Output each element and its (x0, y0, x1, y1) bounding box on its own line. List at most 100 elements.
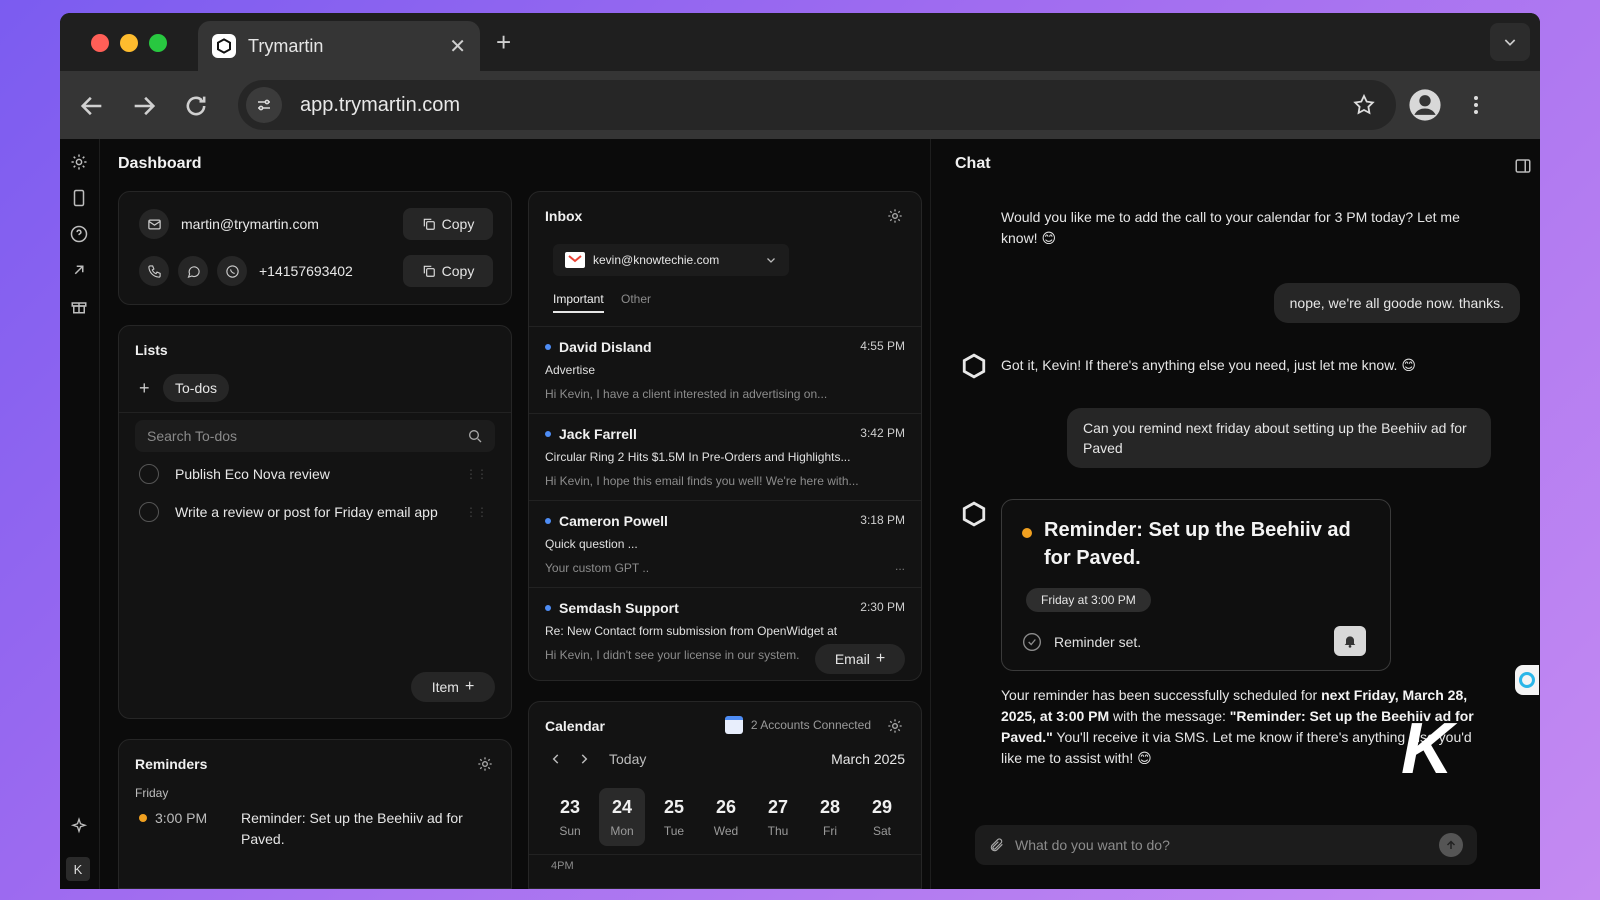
paperclip-icon[interactable] (989, 837, 1005, 853)
inbox-title: Inbox (545, 208, 583, 224)
add-list-button[interactable]: + (139, 378, 150, 399)
external-link-icon[interactable] (70, 261, 88, 279)
reminder-time-row: 3:00 PM (139, 810, 207, 826)
tab-todos[interactable]: To-dos (163, 374, 230, 402)
gear-icon[interactable] (477, 756, 493, 772)
gift-icon[interactable] (70, 297, 88, 315)
widget-icon (1519, 672, 1535, 688)
reminder-day: Friday (135, 786, 169, 800)
lists-card: Lists + To-dos Search To-dos Publish Eco… (118, 325, 512, 719)
chat-input[interactable]: What do you want to do? (975, 825, 1477, 865)
message-icon[interactable] (178, 256, 208, 286)
trymartin-logo-icon (212, 34, 236, 58)
site-settings-icon[interactable] (246, 87, 282, 123)
reload-icon[interactable] (182, 92, 210, 120)
search-todos-input[interactable]: Search To-dos (135, 420, 495, 452)
phone-device-icon[interactable] (70, 189, 88, 207)
reminder-time: 3:00 PM (155, 810, 208, 826)
add-item-button[interactable]: Item + (411, 672, 495, 702)
sidebar-toggle-icon[interactable] (1514, 157, 1532, 175)
reminder-card-title: Reminder: Set up the Beehiiv ad for Pave… (1044, 519, 1351, 569)
reminder-text: Reminder: Set up the Beehiiv ad for Pave… (241, 810, 463, 847)
compose-email-button[interactable]: Email + (815, 644, 905, 674)
email-row[interactable]: Jack Farrell 3:42 PM Circular Ring 2 Hit… (529, 413, 921, 500)
todo-checkbox[interactable] (139, 502, 159, 522)
mail-icon (139, 209, 169, 239)
contact-card: martin@trymartin.com Copy +14157693402 C… (118, 191, 512, 305)
sparkle-icon[interactable] (70, 817, 88, 835)
phone-icon[interactable] (139, 256, 169, 286)
close-tab-icon[interactable]: ✕ (449, 34, 466, 59)
back-arrow-icon[interactable] (78, 92, 106, 120)
chevron-down-icon (767, 258, 775, 263)
gmail-icon (565, 252, 585, 268)
tab-other[interactable]: Other (621, 292, 651, 306)
calendar-title: Calendar (545, 718, 605, 734)
email-row[interactable]: David Disland 4:55 PM Advertise Hi Kevin… (529, 326, 921, 413)
bell-button[interactable] (1334, 626, 1366, 656)
assistant-message: Got it, Kevin! If there's anything else … (1001, 357, 1416, 373)
drag-handle-icon[interactable]: ⋮⋮ (465, 467, 488, 481)
calendar-day[interactable]: 27 Thu (755, 788, 801, 846)
new-tab-button[interactable]: + (496, 27, 511, 58)
copy-phone-button[interactable]: Copy (403, 255, 493, 287)
drag-handle-icon[interactable]: ⋮⋮ (465, 505, 488, 519)
bookmark-star-icon[interactable] (1352, 93, 1376, 117)
list-item: Publish Eco Nova review ⋮⋮ (139, 464, 488, 484)
address-bar[interactable]: app.trymartin.com (238, 80, 1396, 130)
reminder-time-chip: Friday at 3:00 PM (1026, 588, 1151, 612)
calendar-day[interactable]: 29 Sat (859, 788, 905, 846)
gear-icon[interactable] (887, 718, 903, 734)
inbox-card: Inbox kevin@knowtechie.com Important Oth… (528, 191, 922, 681)
chat-title: Chat (955, 155, 991, 172)
assistant-avatar-icon (962, 353, 986, 379)
calendar-day[interactable]: 26 Wed (703, 788, 749, 846)
contact-email: martin@trymartin.com (181, 216, 319, 232)
calendar-day-selected[interactable]: 24 Mon (599, 788, 645, 846)
tab-important[interactable]: Important (553, 292, 604, 313)
calendar-day[interactable]: 23 Sun (547, 788, 593, 846)
account-select[interactable]: kevin@knowtechie.com (553, 244, 789, 276)
chevron-right-icon[interactable] (577, 752, 591, 766)
tab-dropdown-button[interactable] (1490, 23, 1530, 61)
reminders-title: Reminders (135, 756, 208, 772)
user-message: nope, we're all goode now. thanks. (1273, 283, 1520, 323)
tab-bar: Trymartin ✕ + (60, 13, 1540, 71)
status-dot (139, 814, 147, 822)
chevron-left-icon[interactable] (549, 752, 563, 766)
send-button[interactable] (1439, 833, 1463, 857)
user-avatar[interactable]: K (66, 857, 90, 881)
calendar-day[interactable]: 28 Fri (807, 788, 853, 846)
bell-icon (1344, 636, 1356, 648)
email-row[interactable]: Cameron Powell 3:18 PM Quick question ..… (529, 500, 921, 587)
copy-email-button[interactable]: Copy (403, 208, 493, 240)
user-message: Can you remind next friday about setting… (1067, 408, 1491, 468)
copy-icon (423, 265, 435, 277)
gear-icon[interactable] (887, 208, 903, 224)
lists-title: Lists (135, 342, 168, 358)
google-calendar-icon (724, 716, 743, 734)
profile-avatar-icon[interactable] (1408, 88, 1442, 122)
plus-icon: + (464, 678, 475, 695)
calendar-day[interactable]: 25 Tue (651, 788, 697, 846)
minimize-window-button[interactable] (120, 34, 138, 52)
forward-arrow-icon[interactable] (130, 92, 158, 120)
email-list: David Disland 4:55 PM Advertise Hi Kevin… (529, 326, 921, 674)
close-window-button[interactable] (91, 34, 109, 52)
gear-icon[interactable] (70, 153, 88, 171)
floating-widget-button[interactable] (1515, 665, 1539, 695)
browser-tab[interactable]: Trymartin ✕ (198, 21, 480, 71)
calendar-card: Calendar 2 Accounts Connected Today Marc… (528, 701, 922, 889)
browser-menu-icon[interactable] (1464, 93, 1488, 117)
url-text: app.trymartin.com (300, 93, 461, 116)
today-button[interactable]: Today (609, 751, 646, 767)
status-dot (1022, 528, 1032, 538)
whatsapp-icon[interactable] (217, 256, 247, 286)
help-icon[interactable] (70, 225, 88, 243)
contact-phone: +14157693402 (259, 263, 353, 279)
search-icon (469, 430, 482, 443)
todo-checkbox[interactable] (139, 464, 159, 484)
maximize-window-button[interactable] (149, 34, 167, 52)
connected-accounts[interactable]: 2 Accounts Connected (724, 716, 871, 734)
side-rail: K (60, 139, 100, 889)
